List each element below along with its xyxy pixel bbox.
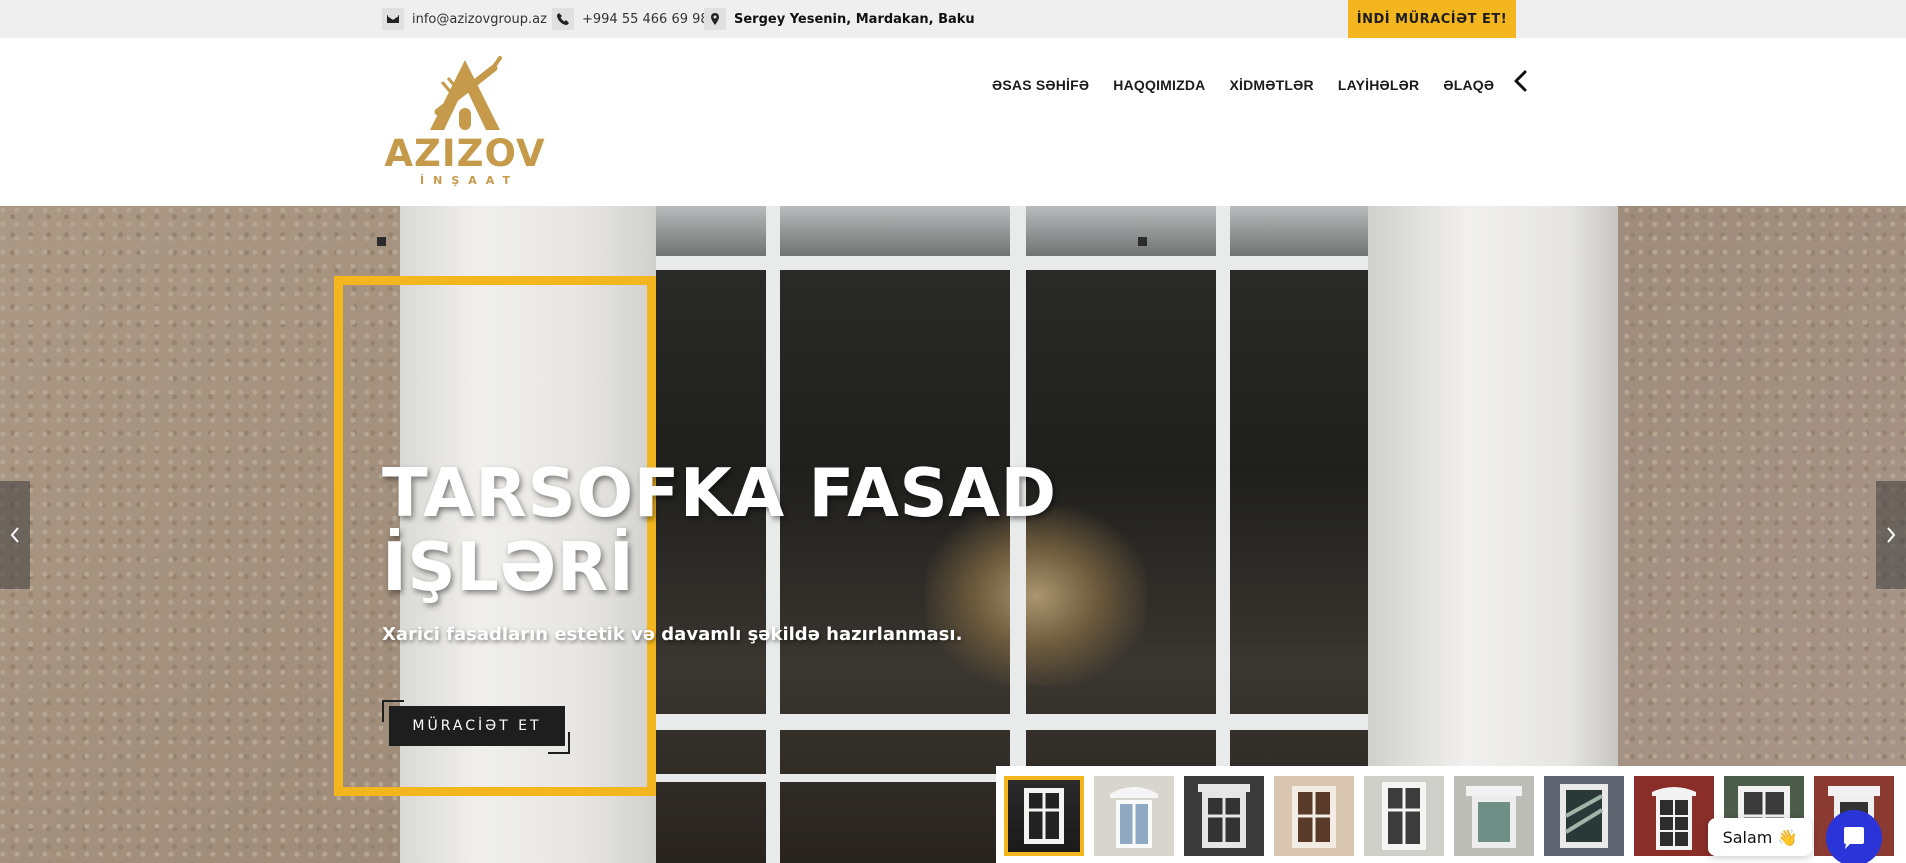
main-navigation: ƏSAS SƏHİFƏ HAQQIMIZDA XİDMƏTLƏR LAYİHƏL… — [992, 74, 1518, 96]
thumbnail-7[interactable] — [1544, 776, 1624, 856]
thumbnail-3[interactable] — [1184, 776, 1264, 856]
nav-services[interactable]: XİDMƏTLƏR — [1229, 77, 1313, 93]
window-frame-right — [1368, 206, 1618, 863]
address-contact: Sergey Yesenin, Mardakan, Baku — [704, 8, 975, 30]
address-text: Sergey Yesenin, Mardakan, Baku — [734, 11, 975, 27]
logo-subtitle: İNŞAAT — [420, 174, 519, 187]
logo-wordmark: AZIZOV — [384, 132, 546, 175]
chevron-left-icon — [10, 527, 19, 543]
thumbnail-4[interactable] — [1274, 776, 1354, 856]
phone-text[interactable]: +994 55 466 69 98 — [582, 12, 709, 27]
thumbnail-5[interactable] — [1364, 776, 1444, 856]
site-header: AZIZOV İNŞAAT ƏSAS SƏHİFƏ HAQQIMIZDA XİD… — [0, 38, 1906, 206]
chevron-left-icon[interactable] — [1512, 70, 1530, 92]
slider-next-button[interactable] — [1876, 481, 1906, 589]
slider-prev-button[interactable] — [0, 481, 30, 589]
chat-bubble-icon — [1844, 827, 1864, 849]
phone-contact[interactable]: +994 55 466 69 98 — [552, 8, 709, 30]
map-pin-icon — [704, 8, 726, 30]
azizov-logo[interactable]: AZIZOV İNŞAAT — [382, 52, 548, 188]
apply-now-button[interactable]: İNDİ MÜRACİƏT ET! — [1348, 0, 1516, 38]
top-bar: info@azizovgroup.az +994 55 466 69 98 Se… — [0, 0, 1906, 38]
phone-icon — [552, 8, 574, 30]
thumbnail-6[interactable] — [1454, 776, 1534, 856]
nav-contact[interactable]: ƏLAQƏ — [1443, 77, 1494, 93]
email-contact[interactable]: info@azizovgroup.az — [382, 8, 547, 30]
hero-slider: TARSOFKA FASAD İŞLƏRİ Xarici fasadların … — [0, 206, 1906, 863]
nav-projects[interactable]: LAYİHƏLƏR — [1338, 77, 1420, 93]
hero-subtitle: Xarici fasadların estetik və davamlı şək… — [382, 624, 963, 645]
chat-launcher-button[interactable] — [1826, 810, 1882, 863]
email-text[interactable]: info@azizovgroup.az — [412, 12, 547, 27]
thumbnail-8[interactable] — [1634, 776, 1714, 856]
chat-greeting-bubble[interactable]: Salam 👋 — [1708, 818, 1812, 856]
apply-button[interactable]: MÜRACİƏT ET — [389, 706, 565, 746]
nav-about[interactable]: HAQQIMIZDA — [1113, 77, 1205, 93]
hero-title: TARSOFKA FASAD İŞLƏRİ — [382, 454, 1057, 606]
chevron-right-icon — [1887, 527, 1896, 543]
thumbnail-2[interactable] — [1094, 776, 1174, 856]
nav-home[interactable]: ƏSAS SƏHİFƏ — [992, 77, 1089, 93]
house-brush-logo-icon — [430, 56, 502, 130]
envelope-icon — [382, 8, 404, 30]
thumbnail-1[interactable] — [1004, 776, 1084, 856]
